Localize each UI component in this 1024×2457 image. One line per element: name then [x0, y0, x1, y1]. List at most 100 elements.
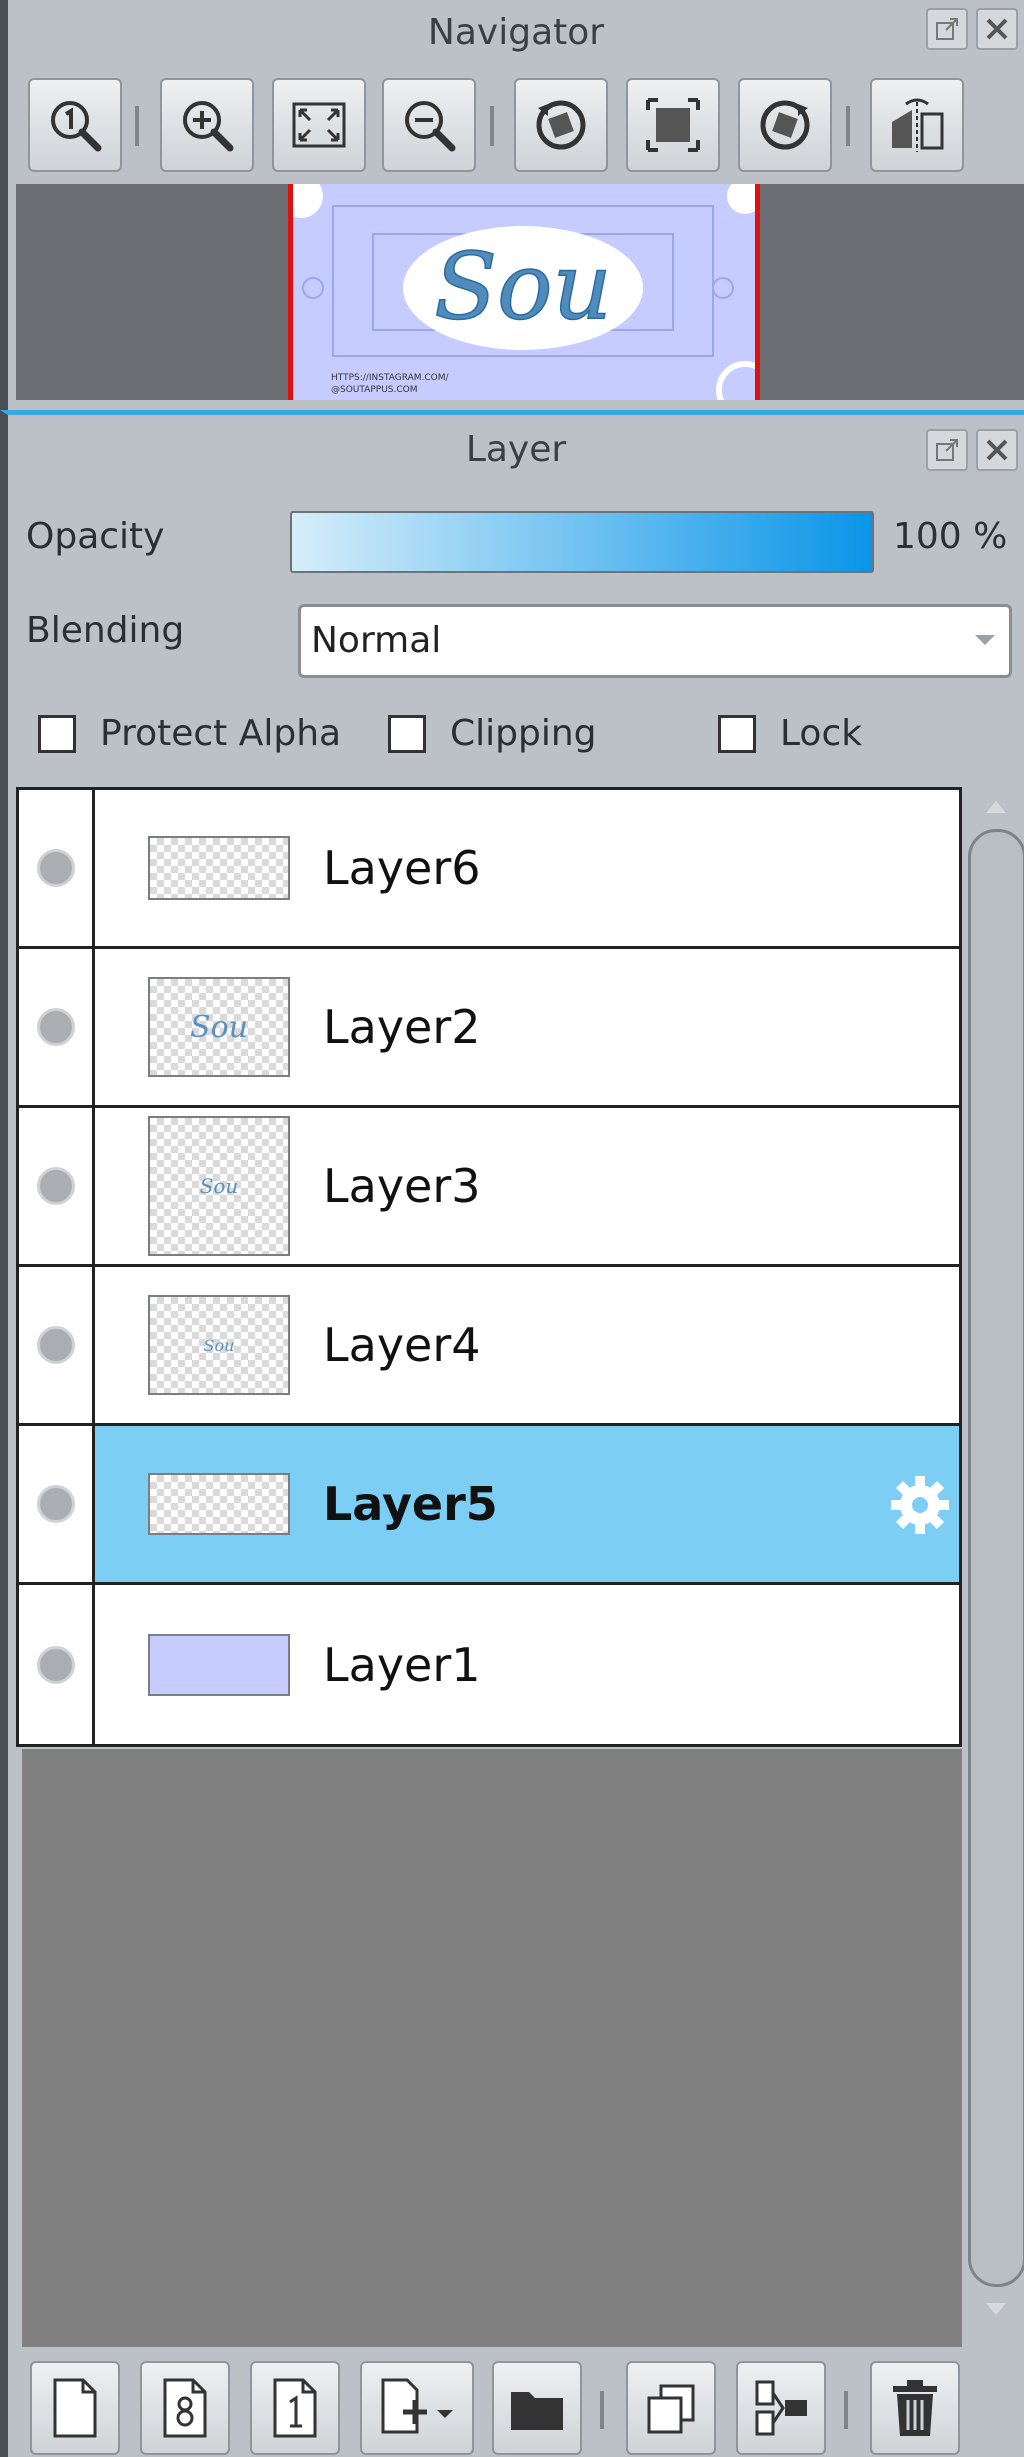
visibility-dot-icon [36, 1008, 75, 1046]
opacity-value: 100 % [893, 516, 1008, 557]
visibility-toggle[interactable] [19, 790, 95, 946]
duplicate-layer-button[interactable] [626, 2361, 716, 2455]
delete-layer-button[interactable] [870, 2361, 960, 2455]
lock-checkbox[interactable]: Lock [718, 713, 862, 754]
new-8bit-layer-button[interactable] [140, 2361, 230, 2455]
new-folder-button[interactable] [492, 2361, 582, 2455]
rotate-right-button[interactable] [738, 78, 832, 172]
layer-row-layer5[interactable]: Layer5 [19, 1426, 959, 1585]
layer-thumbnail: Sou [148, 1116, 290, 1256]
chevron-down-icon [975, 635, 995, 645]
layer-name: Layer6 [323, 841, 481, 895]
opacity-slider[interactable] [290, 511, 874, 573]
layer-panel-title: Layer [465, 429, 567, 470]
new-folder-icon [511, 2392, 563, 2430]
detach-icon [936, 439, 958, 461]
zoom-in-icon [183, 101, 234, 152]
delete-layer-icon [893, 2380, 937, 2436]
visibility-dot-icon [36, 1485, 75, 1523]
layer-row-layer2[interactable]: Sou Layer2 [19, 949, 959, 1108]
layer-name: Layer5 [323, 1477, 498, 1531]
checkbox-box[interactable] [718, 714, 756, 753]
rotate-right-icon [760, 100, 810, 150]
new-1bit-layer-icon [273, 2378, 317, 2438]
visibility-toggle[interactable] [19, 949, 95, 1105]
flip-horizontal-icon [892, 98, 944, 152]
canvas-preview-image: Sou HTTPS://INSTAGRAM.COM/ @SOUTAPPUS.CO… [293, 184, 755, 400]
scroll-up-arrow-icon[interactable] [986, 801, 1006, 813]
detach-icon [936, 18, 958, 40]
add-layer-menu-button[interactable] [360, 2361, 474, 2455]
rotate-left-button[interactable] [514, 78, 608, 172]
zoom-in-button[interactable] [160, 78, 254, 172]
navigator-panel: Navigator Sou HTTPS://INSTAGRAM.COM/ @SO… [0, 0, 1024, 410]
reset-view-button[interactable] [626, 78, 720, 172]
layer-thumbnail [148, 1473, 290, 1535]
scrollbar-thumb[interactable] [968, 829, 1024, 2287]
thumbnail-caption-1: HTTPS://INSTAGRAM.COM/ [331, 373, 450, 383]
visibility-dot-icon [36, 1167, 75, 1205]
new-1bit-layer-button[interactable] [250, 2361, 340, 2455]
checkbox-box[interactable] [38, 714, 76, 753]
new-layer-button[interactable] [30, 2361, 120, 2455]
layer-thumbnail [148, 1633, 290, 1696]
detach-panel-button[interactable] [926, 8, 968, 50]
navigator-thumbnail[interactable]: Sou HTTPS://INSTAGRAM.COM/ @SOUTAPPUS.CO… [288, 184, 760, 400]
navigator-title: Navigator [427, 12, 605, 53]
fit-to-window-button[interactable] [272, 78, 366, 172]
lock-label: Lock [780, 713, 863, 754]
visibility-toggle[interactable] [19, 1426, 95, 1582]
protect-alpha-checkbox[interactable]: Protect Alpha [38, 713, 341, 754]
thumbnail-caption-2: @SOUTAPPUS.COM [331, 385, 418, 395]
zoom-out-icon [405, 101, 456, 152]
new-8bit-layer-icon [163, 2378, 207, 2438]
flip-horizontal-button[interactable] [870, 78, 964, 172]
zoom-actual-size-button[interactable] [28, 78, 122, 172]
layer-row-layer3[interactable]: Sou Layer3 [19, 1108, 959, 1267]
rotate-left-icon [536, 100, 586, 150]
duplicate-layer-icon [647, 2384, 695, 2434]
layer-row-layer4[interactable]: Sou Layer4 [19, 1267, 959, 1426]
clipping-label: Clipping [450, 713, 597, 754]
layer-row-layer1[interactable]: Layer1 [19, 1585, 959, 1744]
layer-name: Layer4 [323, 1318, 481, 1372]
new-layer-icon [53, 2378, 97, 2438]
close-icon [986, 18, 1008, 40]
layer-settings-gear-icon[interactable] [887, 1472, 953, 1538]
checkbox-box[interactable] [388, 714, 426, 753]
close-panel-button[interactable] [976, 8, 1018, 50]
scroll-down-arrow-icon[interactable] [986, 2303, 1006, 2315]
add-layer-menu-icon [381, 2378, 453, 2434]
blending-label: Blending [26, 610, 185, 651]
close-panel-button[interactable] [976, 429, 1018, 471]
visibility-toggle[interactable] [19, 1108, 95, 1264]
thumbnail-text: Sou [434, 233, 612, 340]
detach-panel-button[interactable] [926, 429, 968, 471]
blending-select[interactable]: Normal [298, 604, 1012, 678]
clipping-checkbox[interactable]: Clipping [388, 713, 597, 754]
layer-scrollbar[interactable] [968, 787, 1024, 2325]
layer-list: Layer6 Sou Layer2 Sou Layer3 Sou Layer4 [16, 787, 962, 1747]
layer-thumbnail: Sou [148, 977, 290, 1077]
opacity-label: Opacity [26, 516, 165, 557]
layer-panel: Layer Opacity 100 % Blending Normal Prot… [0, 410, 1024, 2457]
layer-thumbnail [148, 836, 290, 900]
fit-to-window-icon [292, 102, 346, 148]
zoom-actual-size-icon [51, 101, 102, 152]
layer-name: Layer3 [323, 1159, 481, 1213]
merge-down-button[interactable] [736, 2361, 826, 2455]
visibility-toggle[interactable] [19, 1267, 95, 1423]
merge-down-icon [755, 2380, 807, 2436]
blending-value: Normal [311, 620, 442, 661]
visibility-dot-icon [36, 1326, 75, 1364]
visibility-toggle[interactable] [19, 1585, 95, 1744]
layer-row-layer6[interactable]: Layer6 [19, 790, 959, 949]
navigator-title-buttons [926, 8, 1018, 50]
reset-view-icon [646, 98, 700, 152]
zoom-out-button[interactable] [382, 78, 476, 172]
close-icon [986, 439, 1008, 461]
navigator-toolbar [20, 78, 1020, 174]
layer-thumbnail: Sou [148, 1295, 290, 1395]
visibility-dot-icon [36, 849, 75, 887]
layer-list-empty-area[interactable] [22, 1749, 962, 2349]
